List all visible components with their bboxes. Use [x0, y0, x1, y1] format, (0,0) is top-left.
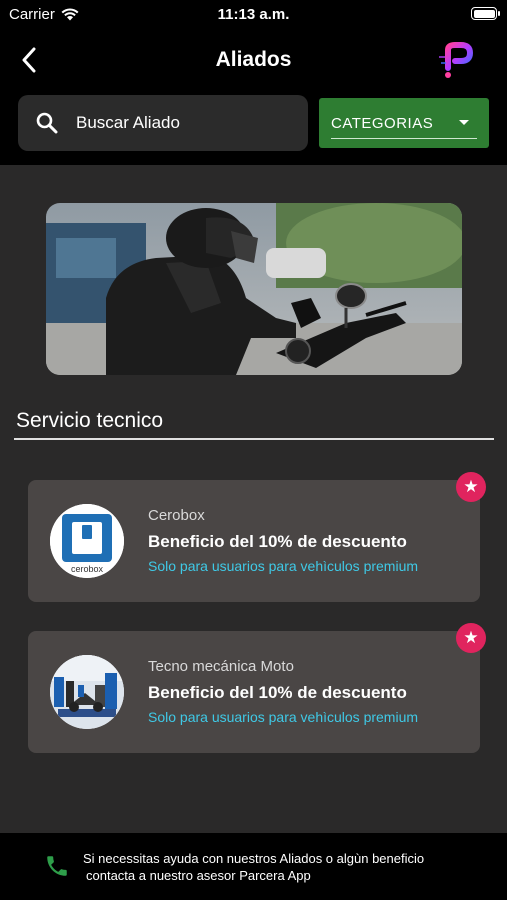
- phone-icon: [47, 856, 67, 876]
- search-input[interactable]: [76, 113, 276, 133]
- ally-benefit: Beneficio del 10% de descuento: [148, 683, 407, 702]
- ally-benefit: Beneficio del 10% de descuento: [148, 532, 407, 551]
- search-icon: [36, 112, 58, 134]
- help-footer[interactable]: Si necessitas ayuda con nuestros Aliados…: [0, 833, 507, 900]
- workshop-image: [50, 655, 124, 729]
- status-time: 11:13 a.m.: [217, 6, 290, 23]
- ally-name: Tecno mecánica Moto: [148, 658, 294, 675]
- status-bar: Carrier 11:13 a.m.: [0, 0, 507, 28]
- workshop-photo: [50, 655, 124, 729]
- section-divider: [14, 438, 494, 440]
- premium-star-icon: ★: [456, 623, 486, 653]
- cerobox-logo: cerobox: [50, 504, 124, 578]
- cerobox-logo-image: cerobox: [50, 504, 124, 578]
- category-dropdown[interactable]: CATEGORIAS: [319, 98, 489, 148]
- help-text-line2: contacta a nuestro asesor Parcera App: [86, 868, 311, 883]
- motorcyclist-image: [46, 203, 462, 375]
- ally-name: Cerobox: [148, 507, 205, 524]
- premium-star-icon: ★: [456, 472, 486, 502]
- ally-card[interactable]: Tecno mecánica Moto Beneficio del 10% de…: [28, 631, 480, 753]
- ally-card[interactable]: cerobox Cerobox Beneficio del 10% de des…: [28, 480, 480, 602]
- dropdown-underline: [331, 138, 477, 139]
- ally-note: Solo para usuarios para vehìculos premiu…: [148, 709, 419, 725]
- help-text-line1: Si necessitas ayuda con nuestros Aliados…: [83, 851, 425, 866]
- category-label: CATEGORIAS: [331, 115, 434, 132]
- section-title: Servicio tecnico: [16, 409, 164, 432]
- search-bar[interactable]: [18, 95, 308, 151]
- ally-note: Solo para usuarios para vehìculos premiu…: [148, 558, 419, 574]
- battery-icon: [471, 7, 500, 20]
- page-title: Aliados: [215, 48, 292, 71]
- help-text: Si necessitas ayuda con nuestros Aliados…: [83, 850, 483, 884]
- caret-down-icon: [459, 120, 469, 125]
- cerobox-logo-text: cerobox: [71, 564, 104, 574]
- top-bar: Carrier 11:13 a.m. Aliados Buscar Aliado…: [0, 0, 507, 165]
- parcera-logo: [439, 42, 474, 78]
- promo-banner[interactable]: [46, 203, 462, 375]
